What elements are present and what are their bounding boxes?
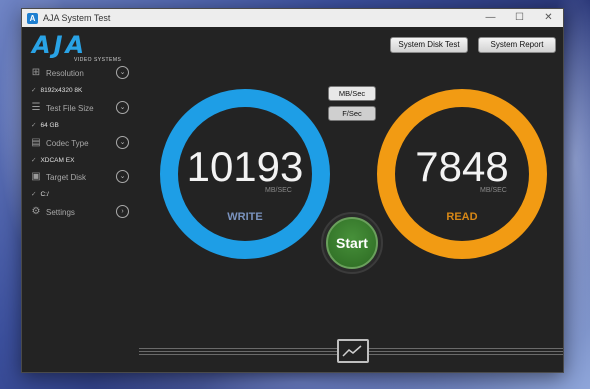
sidebar-item-resolution[interactable]: ⊞ Resolution ⌄ bbox=[30, 65, 130, 81]
mb-per-sec-button[interactable]: MB/Sec bbox=[328, 86, 376, 101]
codec-icon: ▤ bbox=[31, 137, 41, 148]
sidebar-item-label: Codec Type bbox=[46, 138, 89, 148]
close-button[interactable]: ✕ bbox=[534, 9, 563, 27]
app-window: A AJA System Test — ☐ ✕ AJA VIDEO SYSTEM… bbox=[21, 8, 564, 373]
chevron-right-icon[interactable]: › bbox=[116, 205, 129, 218]
read-unit: MB/SEC bbox=[480, 187, 507, 194]
line-graph-icon bbox=[342, 345, 362, 357]
write-speed-value: 10193 bbox=[186, 143, 304, 190]
sidebar-item-target-disk[interactable]: ▣ Target Disk ⌄ bbox=[30, 169, 130, 185]
resolution-icon: ⊞ bbox=[31, 67, 41, 78]
codec-type-value: ✓ XDCAM EX bbox=[31, 157, 75, 164]
logo-subtitle: VIDEO SYSTEMS bbox=[74, 57, 122, 63]
test-file-size-value: ✓ 64 GB bbox=[31, 122, 59, 129]
read-label: READ bbox=[446, 211, 478, 223]
sidebar-item-test-file-size[interactable]: ☰ Test File Size ⌄ bbox=[30, 100, 130, 116]
read-speed-value: 7848 bbox=[415, 143, 509, 190]
logo-text: AJA bbox=[32, 31, 88, 59]
resolution-value: ✓ 8192x4320 8K bbox=[31, 87, 83, 94]
maximize-button[interactable]: ☐ bbox=[505, 9, 534, 27]
system-disk-test-button[interactable]: System Disk Test bbox=[390, 37, 468, 53]
sidebar-item-label: Target Disk bbox=[46, 172, 87, 182]
app-icon: A bbox=[27, 12, 38, 24]
sidebar-item-label: Settings bbox=[46, 207, 75, 217]
sidebar-item-settings[interactable]: ⚙ Settings › bbox=[30, 204, 130, 220]
minimize-button[interactable]: — bbox=[476, 9, 505, 27]
f-per-sec-button[interactable]: F/Sec bbox=[328, 106, 376, 121]
sidebar-item-label: Resolution bbox=[46, 68, 84, 78]
window-title: AJA System Test bbox=[43, 13, 111, 23]
system-report-button[interactable]: System Report bbox=[478, 37, 556, 53]
write-label: WRITE bbox=[227, 211, 263, 223]
sidebar-item-codec-type[interactable]: ▤ Codec Type ⌄ bbox=[30, 135, 130, 151]
chevron-down-icon[interactable]: ⌄ bbox=[116, 170, 129, 183]
file-size-icon: ☰ bbox=[31, 102, 41, 113]
chevron-down-icon[interactable]: ⌄ bbox=[116, 101, 129, 114]
settings-icon: ⚙ bbox=[31, 206, 41, 217]
graph-toggle-button[interactable] bbox=[337, 339, 369, 363]
write-unit: MB/SEC bbox=[265, 187, 292, 194]
chevron-down-icon[interactable]: ⌄ bbox=[116, 136, 129, 149]
title-bar: A AJA System Test — ☐ ✕ bbox=[22, 9, 563, 27]
aja-logo: AJA VIDEO SYSTEMS bbox=[32, 31, 122, 64]
chevron-down-icon[interactable]: ⌄ bbox=[116, 66, 129, 79]
start-button[interactable]: Start bbox=[326, 217, 378, 269]
sidebar-item-label: Test File Size bbox=[46, 103, 94, 113]
disk-icon: ▣ bbox=[31, 171, 41, 182]
target-disk-value: ✓ C:/ bbox=[31, 191, 49, 198]
